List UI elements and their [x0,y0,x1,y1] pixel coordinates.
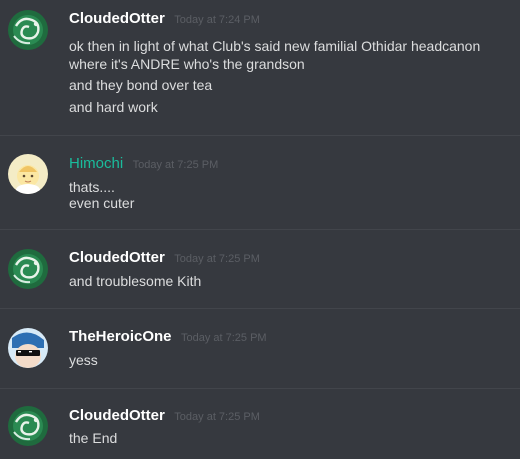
message-group: CloudedOtter Today at 7:25 PM the End [0,389,520,459]
message-text: yess [69,352,98,368]
message-text: thats.... [69,179,115,195]
username[interactable]: CloudedOtter [69,407,165,424]
timestamp: Today at 7:25 PM [174,253,260,265]
avatar[interactable] [8,406,48,446]
clouded-otter-avatar-icon [8,10,48,50]
timestamp: Today at 7:25 PM [174,411,260,423]
message-text: where it's ANDRE who's the grandson [69,56,305,72]
username[interactable]: Himochi [69,155,123,172]
message-group: CloudedOtter Today at 7:25 PM and troubl… [0,230,520,308]
avatar[interactable] [8,328,48,368]
timestamp: Today at 7:25 PM [132,159,219,171]
timestamp: Today at 7:25 PM [180,332,267,344]
message-group: Himochi Today at 7:25 PM thats.... even … [0,136,520,229]
username[interactable]: CloudedOtter [69,249,165,266]
message-text: even cuter [69,195,135,211]
message-text: ok then in light of what Club's said new… [69,38,481,54]
avatar[interactable] [8,154,48,194]
himochi-avatar-icon [8,154,48,194]
message-text: and hard work [69,99,158,115]
message-text: and troublesome Kith [69,273,202,289]
avatar[interactable] [8,10,48,50]
message-group: TheHeroicOne Today at 7:25 PM yess [0,309,520,388]
timestamp: Today at 7:24 PM [174,14,260,26]
message-text: and they bond over tea [69,77,213,93]
message-group: CloudedOtter Today at 7:24 PM ok then in… [0,0,520,135]
username[interactable]: TheHeroicOne [69,328,172,345]
username[interactable]: CloudedOtter [69,10,165,27]
avatar[interactable] [8,249,48,289]
clouded-otter-avatar-icon [8,249,48,289]
clouded-otter-avatar-icon [8,406,48,446]
theheroicone-avatar-icon [8,328,48,368]
message-text: the End [69,430,118,446]
